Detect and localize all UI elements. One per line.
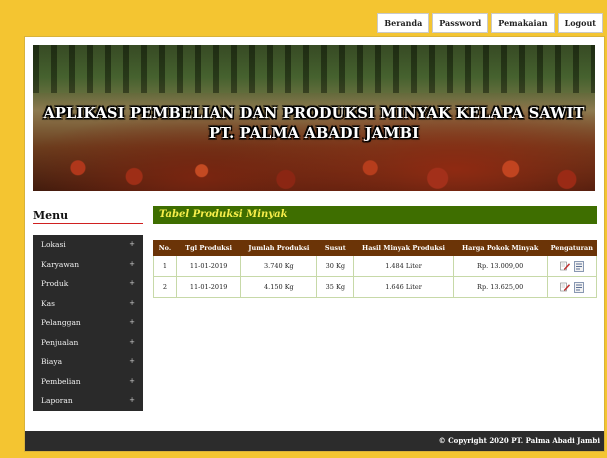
- sidebar-item-label: Pelanggan: [41, 318, 81, 327]
- table-header-row: No. Tgl Produksi Jumlah Produksi Susut H…: [153, 240, 598, 256]
- top-navigation: Beranda Password Pemakaian Logout: [377, 13, 603, 33]
- top-bar: Beranda Password Pemakaian Logout: [0, 0, 607, 34]
- copyright-text: © Copyright 2020 PT. Palma Abadi Jambi: [438, 436, 600, 445]
- sidebar-item-karyawan[interactable]: Karyawan +: [33, 255, 143, 275]
- edit-icon[interactable]: [559, 261, 570, 271]
- cell-no: 2: [153, 276, 177, 298]
- sidebar-item-pembelian[interactable]: Pembelian +: [33, 372, 143, 392]
- sidebar-item-label: Biaya: [41, 357, 63, 366]
- content-frame: APLIKASI PEMBELIAN DAN PRODUKSI MINYAK K…: [24, 36, 605, 452]
- column-header-no: No.: [153, 240, 177, 256]
- sidebar-menu: Lokasi + Karyawan + Produk + Kas + Pelan…: [33, 235, 143, 411]
- column-header-tgl-produksi: Tgl Produksi: [175, 240, 242, 256]
- sidebar-item-laporan[interactable]: Laporan +: [33, 391, 143, 411]
- sidebar-item-label: Penjualan: [41, 337, 79, 347]
- expand-icon[interactable]: +: [129, 372, 135, 392]
- cell-pengaturan: [546, 276, 598, 298]
- expand-icon[interactable]: +: [129, 235, 135, 255]
- table-row: 1 11-01-2019 3.740 Kg 30 Kg 1.484 Liter …: [153, 255, 598, 277]
- column-header-pengaturan: Pengaturan: [546, 240, 598, 256]
- cell-jumlah-produksi: 4.150 Kg: [240, 276, 318, 298]
- cell-susut: 35 Kg: [316, 276, 355, 298]
- expand-icon[interactable]: +: [129, 333, 135, 353]
- sidebar-item-label: Pembelian: [41, 376, 81, 386]
- footer: © Copyright 2020 PT. Palma Abadi Jambi: [25, 431, 604, 451]
- cell-susut: 30 Kg: [316, 255, 355, 277]
- cell-tgl-produksi: 11-01-2019: [175, 276, 242, 298]
- column-header-susut: Susut: [316, 240, 355, 256]
- expand-icon[interactable]: +: [129, 255, 135, 275]
- expand-icon[interactable]: +: [129, 274, 135, 294]
- sidebar-item-label: Laporan: [41, 396, 73, 405]
- banner-title: APLIKASI PEMBELIAN DAN PRODUKSI MINYAK K…: [43, 105, 585, 122]
- table-row: 2 11-01-2019 4.150 Kg 35 Kg 1.646 Liter …: [153, 276, 598, 298]
- sidebar-item-kas[interactable]: Kas +: [33, 294, 143, 314]
- expand-icon[interactable]: +: [129, 391, 135, 411]
- cell-hasil-minyak: 1.646 Liter: [353, 276, 454, 298]
- document-icon[interactable]: [573, 282, 584, 293]
- edit-icon[interactable]: [559, 282, 570, 292]
- cell-no: 1: [153, 255, 177, 277]
- column-header-hasil-minyak: Hasil Minyak Produksi: [353, 240, 454, 256]
- nav-password-button[interactable]: Password: [432, 13, 489, 33]
- expand-icon[interactable]: +: [129, 313, 135, 333]
- sidebar-heading-divider: [33, 223, 143, 224]
- sidebar-item-penjualan[interactable]: Penjualan +: [33, 333, 143, 353]
- cell-hasil-minyak: 1.484 Liter: [353, 255, 454, 277]
- sidebar-item-label: Karyawan: [41, 259, 80, 269]
- column-header-jumlah-produksi: Jumlah Produksi: [240, 240, 318, 256]
- expand-icon[interactable]: +: [129, 352, 135, 372]
- sidebar-item-lokasi[interactable]: Lokasi +: [33, 235, 143, 255]
- nav-pemakaian-button[interactable]: Pemakaian: [491, 13, 555, 33]
- cell-pengaturan: [546, 255, 598, 277]
- cell-tgl-produksi: 11-01-2019: [175, 255, 242, 277]
- sidebar-item-biaya[interactable]: Biaya +: [33, 352, 143, 372]
- cell-jumlah-produksi: 3.740 Kg: [240, 255, 318, 277]
- column-header-harga-pokok: Harga Pokok Minyak: [452, 240, 548, 256]
- section-title: Tabel Produksi Minyak: [153, 206, 597, 224]
- production-table: No. Tgl Produksi Jumlah Produksi Susut H…: [153, 240, 598, 298]
- sidebar-item-pelanggan[interactable]: Pelanggan +: [33, 313, 143, 333]
- banner-company-name: PT. PALMA ABADI JAMBI: [208, 125, 420, 142]
- sidebar-item-label: Produk: [41, 279, 69, 288]
- sidebar-heading: Menu: [33, 209, 69, 222]
- document-icon[interactable]: [573, 261, 584, 272]
- expand-icon[interactable]: +: [129, 294, 135, 314]
- sidebar-item-produk[interactable]: Produk +: [33, 274, 143, 294]
- sidebar-item-label: Kas: [41, 298, 55, 308]
- header-banner: APLIKASI PEMBELIAN DAN PRODUKSI MINYAK K…: [33, 45, 595, 191]
- cell-harga-pokok: Rp. 13.625,00: [452, 276, 548, 298]
- cell-harga-pokok: Rp. 13.009,00: [452, 255, 548, 277]
- sidebar-item-label: Lokasi: [41, 240, 66, 249]
- banner-trees-decoration: [33, 45, 595, 93]
- nav-logout-button[interactable]: Logout: [557, 13, 603, 33]
- nav-beranda-button[interactable]: Beranda: [377, 13, 430, 33]
